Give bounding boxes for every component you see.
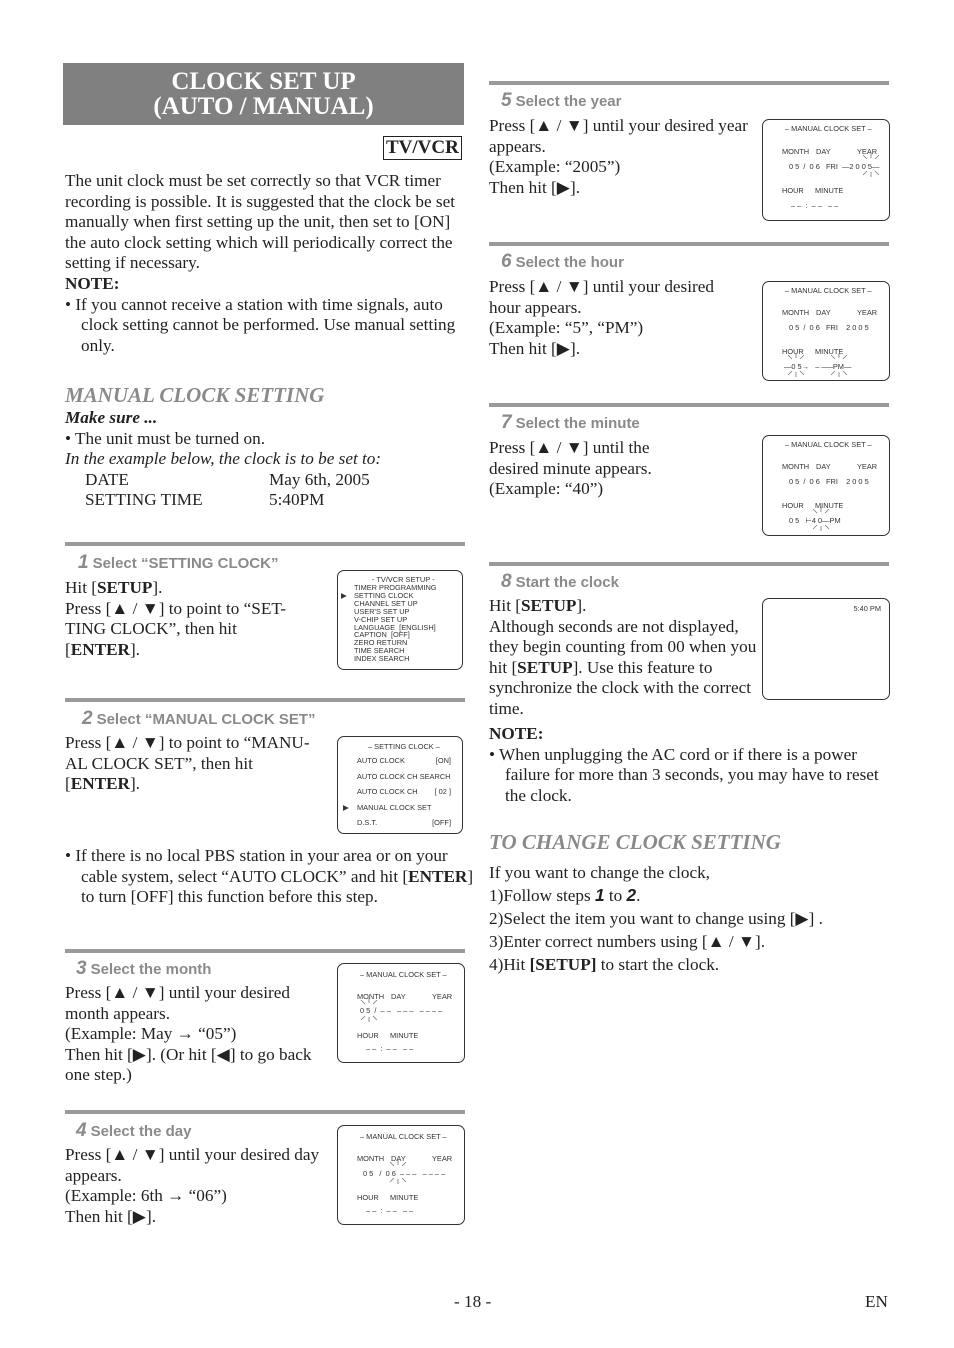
language-label: EN: [865, 1292, 888, 1311]
menu-item: MANUAL CLOCK SET: [357, 802, 432, 812]
note-bullet: • If you cannot receive a station with t…: [65, 294, 456, 355]
month-screen: – MANUAL CLOCK SET – MONTH DAY YEAR 0 5 …: [337, 963, 465, 1063]
page-title: CLOCK SET UP (AUTO / MANUAL): [63, 63, 464, 125]
blink-indicator-icon: [787, 353, 805, 377]
example-intro: In the example below, the clock is to be…: [65, 449, 382, 469]
turn-on-bullet: • The unit must be turned on.: [65, 428, 266, 448]
blink-indicator-icon: [862, 153, 880, 177]
manual-heading: MANUAL CLOCK SETTING: [65, 383, 325, 407]
step-1-heading: 1 Select “SETTING CLOCK”: [78, 552, 279, 573]
title-line-2: (AUTO / MANUAL): [153, 93, 374, 120]
change-item-2: 2)Select the item you want to change usi…: [489, 909, 823, 928]
note-label: NOTE:: [489, 724, 544, 743]
step-7-body: Press [▲ / ▼] until the desired minute a…: [489, 438, 652, 499]
menu-item: D.S.T.: [357, 818, 378, 827]
tv-vcr-badge: TV/VCR: [383, 136, 462, 160]
divider: [65, 949, 465, 953]
manual-section: MANUAL CLOCK SETTING Make sure ... • The…: [65, 383, 465, 511]
menu-item: AUTO CLOCK CH: [357, 787, 418, 796]
step-8-heading: 8 Start the clock: [501, 571, 619, 592]
divider: [65, 1110, 465, 1114]
example-table: DATE May 6th, 2005 SETTING TIME 5:40PM: [85, 470, 370, 511]
step-5-heading: 5 Select the year: [501, 90, 622, 111]
divider: [489, 403, 889, 407]
change-heading: TO CHANGE CLOCK SETTING: [489, 830, 781, 854]
change-section: TO CHANGE CLOCK SETTING If you want to c…: [489, 830, 899, 976]
title-line-1: CLOCK SET UP: [171, 68, 356, 95]
clock-display-screen: 5:40 PM: [762, 598, 890, 700]
step-8-body: Hit [SETUP]. Although seconds are not di…: [489, 596, 757, 718]
divider: [489, 242, 889, 246]
step-5-body: Press [▲ / ▼] until your desired year ap…: [489, 116, 748, 197]
clock-time: 5:40 PM: [853, 604, 881, 613]
divider: [489, 81, 889, 85]
step-6-body: Press [▲ / ▼] until your desired hour ap…: [489, 277, 714, 358]
divider: [65, 698, 465, 702]
change-item-4: 4)Hit [SETUP] to start the clock.: [489, 955, 720, 974]
step-7-heading: 7 Select the minute: [501, 412, 640, 433]
example-row-date: DATE May 6th, 2005: [85, 469, 370, 489]
step-4-body: Press [▲ / ▼] until your desired day app…: [65, 1145, 320, 1226]
note-bullet: • When unplugging the AC cord or if ther…: [489, 744, 879, 805]
blink-indicator-icon: [360, 998, 378, 1022]
step-3-heading: 3 Select the month: [76, 958, 212, 979]
divider: [65, 542, 465, 546]
menu-item-value: [ON]: [435, 756, 451, 765]
setting-clock-screen: – SETTING CLOCK – AUTO CLOCK [ON] AUTO CLO…: [337, 736, 463, 834]
menu-item: INDEX SEARCH: [354, 654, 410, 664]
pointer-arrow-icon: ▶: [343, 802, 349, 812]
step-8-note: NOTE: • When unplugging the AC cord or i…: [489, 724, 889, 806]
minute-screen: – MANUAL CLOCK SET – MONTH DAY YEAR 0 5 …: [762, 435, 890, 536]
step-4-heading: 4 Select the day: [76, 1120, 192, 1141]
blink-indicator-icon: [812, 507, 830, 531]
day-screen: – MANUAL CLOCK SET – MONTH DAY YEAR 0 5 …: [337, 1125, 465, 1225]
step-3-body: Press [▲ / ▼] until your desired month a…: [65, 983, 312, 1085]
hour-screen: – MANUAL CLOCK SET – MONTH DAY YEAR 0 5 …: [762, 281, 890, 381]
change-intro: If you want to change the clock,: [489, 863, 710, 882]
note-label: NOTE:: [65, 273, 120, 293]
menu-item: AUTO CLOCK CH SEARCH: [357, 771, 451, 781]
step-2-body: Press [▲ / ▼] to point to “MANU-AL CLOCK…: [65, 733, 310, 794]
step-2-heading: 2 Select “MANUAL CLOCK SET”: [82, 708, 316, 729]
divider: [489, 562, 889, 566]
year-screen: – MANUAL CLOCK SET – MONTH DAY YEAR 0 5 …: [762, 119, 890, 221]
step-1-body: Hit [SETUP]. Press [▲ / ▼] to point to “…: [65, 578, 287, 659]
menu-item-value: [ 02 ]: [434, 787, 451, 796]
intro-section: The unit clock must be set correctly so …: [65, 171, 465, 356]
step-2-bullet: • If there is no local PBS station in yo…: [65, 846, 474, 907]
blink-indicator-icon: [389, 1160, 407, 1184]
menu-item: AUTO CLOCK: [357, 756, 405, 765]
pointer-arrow-icon: ▶: [341, 590, 347, 600]
example-row-time: SETTING TIME 5:40PM: [85, 490, 325, 510]
change-item-3: 3)Enter correct numbers using [▲ / ▼].: [489, 932, 765, 951]
menu-item-value: [OFF]: [432, 818, 451, 827]
setup-menu-screen: - TV/VCR SETUP - TIMER PROGRAMMING ▶ SETTI…: [337, 570, 463, 670]
step-6-heading: 6 Select the hour: [501, 251, 624, 272]
intro-text: The unit clock must be set correctly so …: [65, 171, 455, 273]
blink-indicator-icon: [830, 353, 848, 377]
make-sure-label: Make sure ...: [65, 408, 158, 427]
page-number: - 18 -: [454, 1292, 492, 1311]
change-item-1: 1)Follow steps 1 to 2.: [489, 885, 641, 905]
